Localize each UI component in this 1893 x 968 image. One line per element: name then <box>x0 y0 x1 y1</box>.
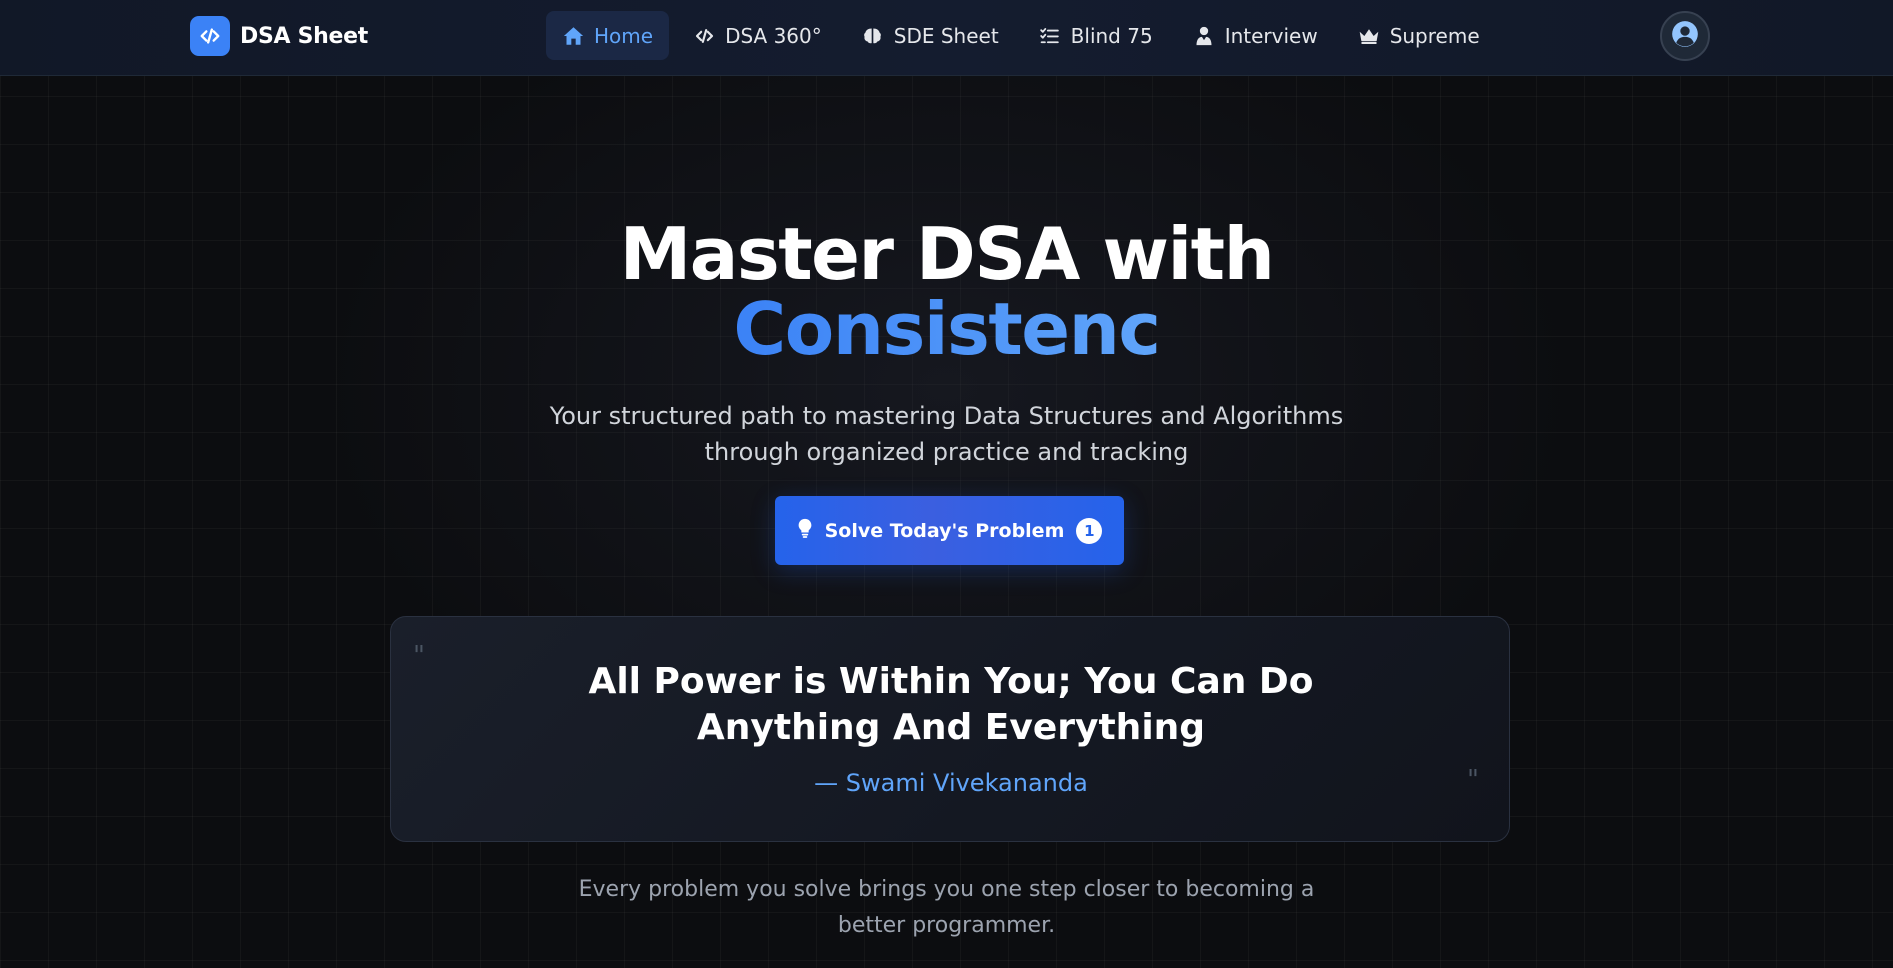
cta-label: Solve Today's Problem <box>824 519 1065 542</box>
quote-text: All Power is Within You; You Can Do Anyt… <box>588 661 1314 748</box>
nav-item-home[interactable]: Home <box>546 11 670 60</box>
nav-item-supreme[interactable]: Supreme <box>1342 11 1496 60</box>
lightbulb-icon <box>797 518 813 543</box>
motivation-text: Every problem you solve brings you one s… <box>578 877 1315 938</box>
quote-open-mark: " <box>413 641 425 671</box>
top-navbar: DSA Sheet Home DSA 360° SDE Sheet Blind … <box>0 0 1893 76</box>
quote-close-mark: " <box>1467 765 1479 795</box>
crown-icon <box>1358 25 1380 47</box>
nav-item-interview[interactable]: Interview <box>1177 11 1334 60</box>
code-icon <box>693 25 715 47</box>
code-icon <box>190 16 230 56</box>
problem-count-badge: 1 <box>1076 517 1103 544</box>
hero-title: Master DSA with <box>619 212 1275 296</box>
nav-item-label: DSA 360° <box>725 23 822 48</box>
brand-link[interactable]: DSA Sheet <box>190 16 368 56</box>
nav-item-label: Blind 75 <box>1070 23 1153 48</box>
hero-accent-word: Consistenc <box>733 287 1161 371</box>
user-tie-icon <box>1193 25 1215 47</box>
brain-icon <box>862 25 884 47</box>
nav-item-label: Supreme <box>1389 23 1480 48</box>
hero-accent-text: Consistenc <box>0 290 1893 368</box>
quote-author: — Swami Vivekananda <box>814 769 1088 797</box>
hero-subtitle: Your structured path to mastering Data S… <box>549 402 1344 466</box>
brand-name: DSA Sheet <box>240 23 368 49</box>
main-nav: Home DSA 360° SDE Sheet Blind 75 Intervi… <box>546 11 1496 60</box>
nav-item-label: Home <box>594 23 654 48</box>
solve-today-button[interactable]: Solve Today's Problem 1 <box>775 496 1124 565</box>
nav-item-label: Interview <box>1224 23 1318 48</box>
home-icon <box>562 25 584 47</box>
user-circle-icon <box>1671 20 1699 52</box>
quote-card: " All Power is Within You; You Can Do An… <box>390 616 1510 842</box>
profile-button[interactable] <box>1660 11 1710 61</box>
nav-item-sde-sheet[interactable]: SDE Sheet <box>846 11 1015 60</box>
page: DSA Sheet Home DSA 360° SDE Sheet Blind … <box>0 0 1893 968</box>
nav-item-blind-75[interactable]: Blind 75 <box>1023 11 1169 60</box>
nav-item-label: SDE Sheet <box>893 23 999 48</box>
list-check-icon <box>1039 25 1061 47</box>
nav-item-dsa-360[interactable]: DSA 360° <box>677 11 838 60</box>
